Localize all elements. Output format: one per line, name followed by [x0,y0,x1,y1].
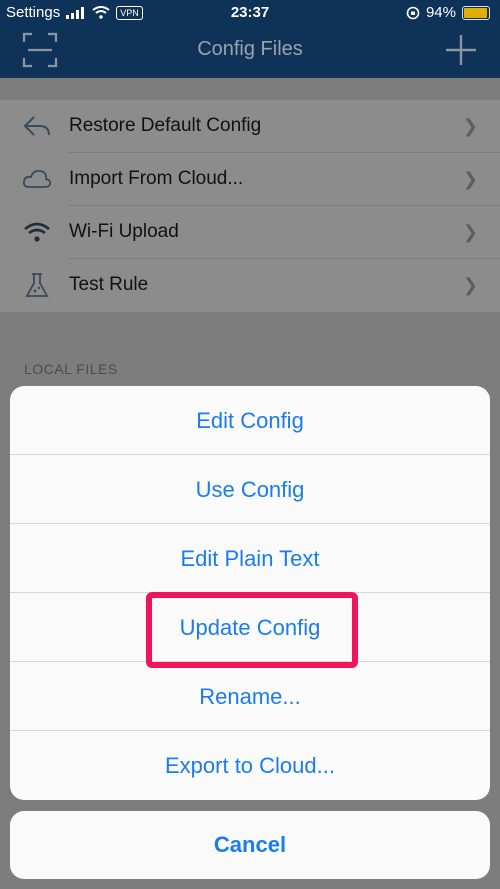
restore-arrow-icon [23,116,50,136]
wifi-icon [24,222,50,242]
page-title: Config Files [197,38,303,60]
battery-icon [462,5,490,20]
battery-percent: 94% [425,4,456,21]
status-bar: Settings VPN 23:37 94% [0,0,500,26]
use-config-button[interactable]: Use Config [10,455,490,524]
menu-list: Restore Default Config ❯ Import From Clo… [0,100,500,312]
menu-item-label: Import From Cloud... [69,168,244,189]
chevron-right-icon: ❯ [462,169,478,189]
chevron-right-icon: ❯ [462,116,478,136]
cancel-button[interactable]: Cancel [10,811,490,879]
menu-item-label: Test Rule [69,274,149,295]
section-header-local-files: LOCAL FILES [24,361,118,377]
menu-item-label: Restore Default Config [69,115,262,136]
cloud-icon [22,169,52,188]
edit-plain-text-button[interactable]: Edit Plain Text [10,524,490,593]
edit-config-button[interactable]: Edit Config [10,386,490,455]
menu-item-test-rule[interactable]: Test Rule ❯ [0,259,500,312]
highlight-box [146,592,358,668]
add-icon[interactable] [443,32,479,68]
flask-icon [25,273,49,297]
menu-item-restore[interactable]: Restore Default Config ❯ [0,100,500,153]
chevron-right-icon: ❯ [462,275,478,295]
rotation-lock-icon [406,6,420,19]
menu-item-import-cloud[interactable]: Import From Cloud... ❯ [0,153,500,206]
export-to-cloud-button[interactable]: Export to Cloud... [10,731,490,800]
chevron-right-icon: ❯ [462,222,478,242]
rename-button[interactable]: Rename... [10,662,490,731]
menu-item-label: Wi-Fi Upload [69,221,179,242]
menu-item-wifi-upload[interactable]: Wi-Fi Upload ❯ [0,206,500,259]
